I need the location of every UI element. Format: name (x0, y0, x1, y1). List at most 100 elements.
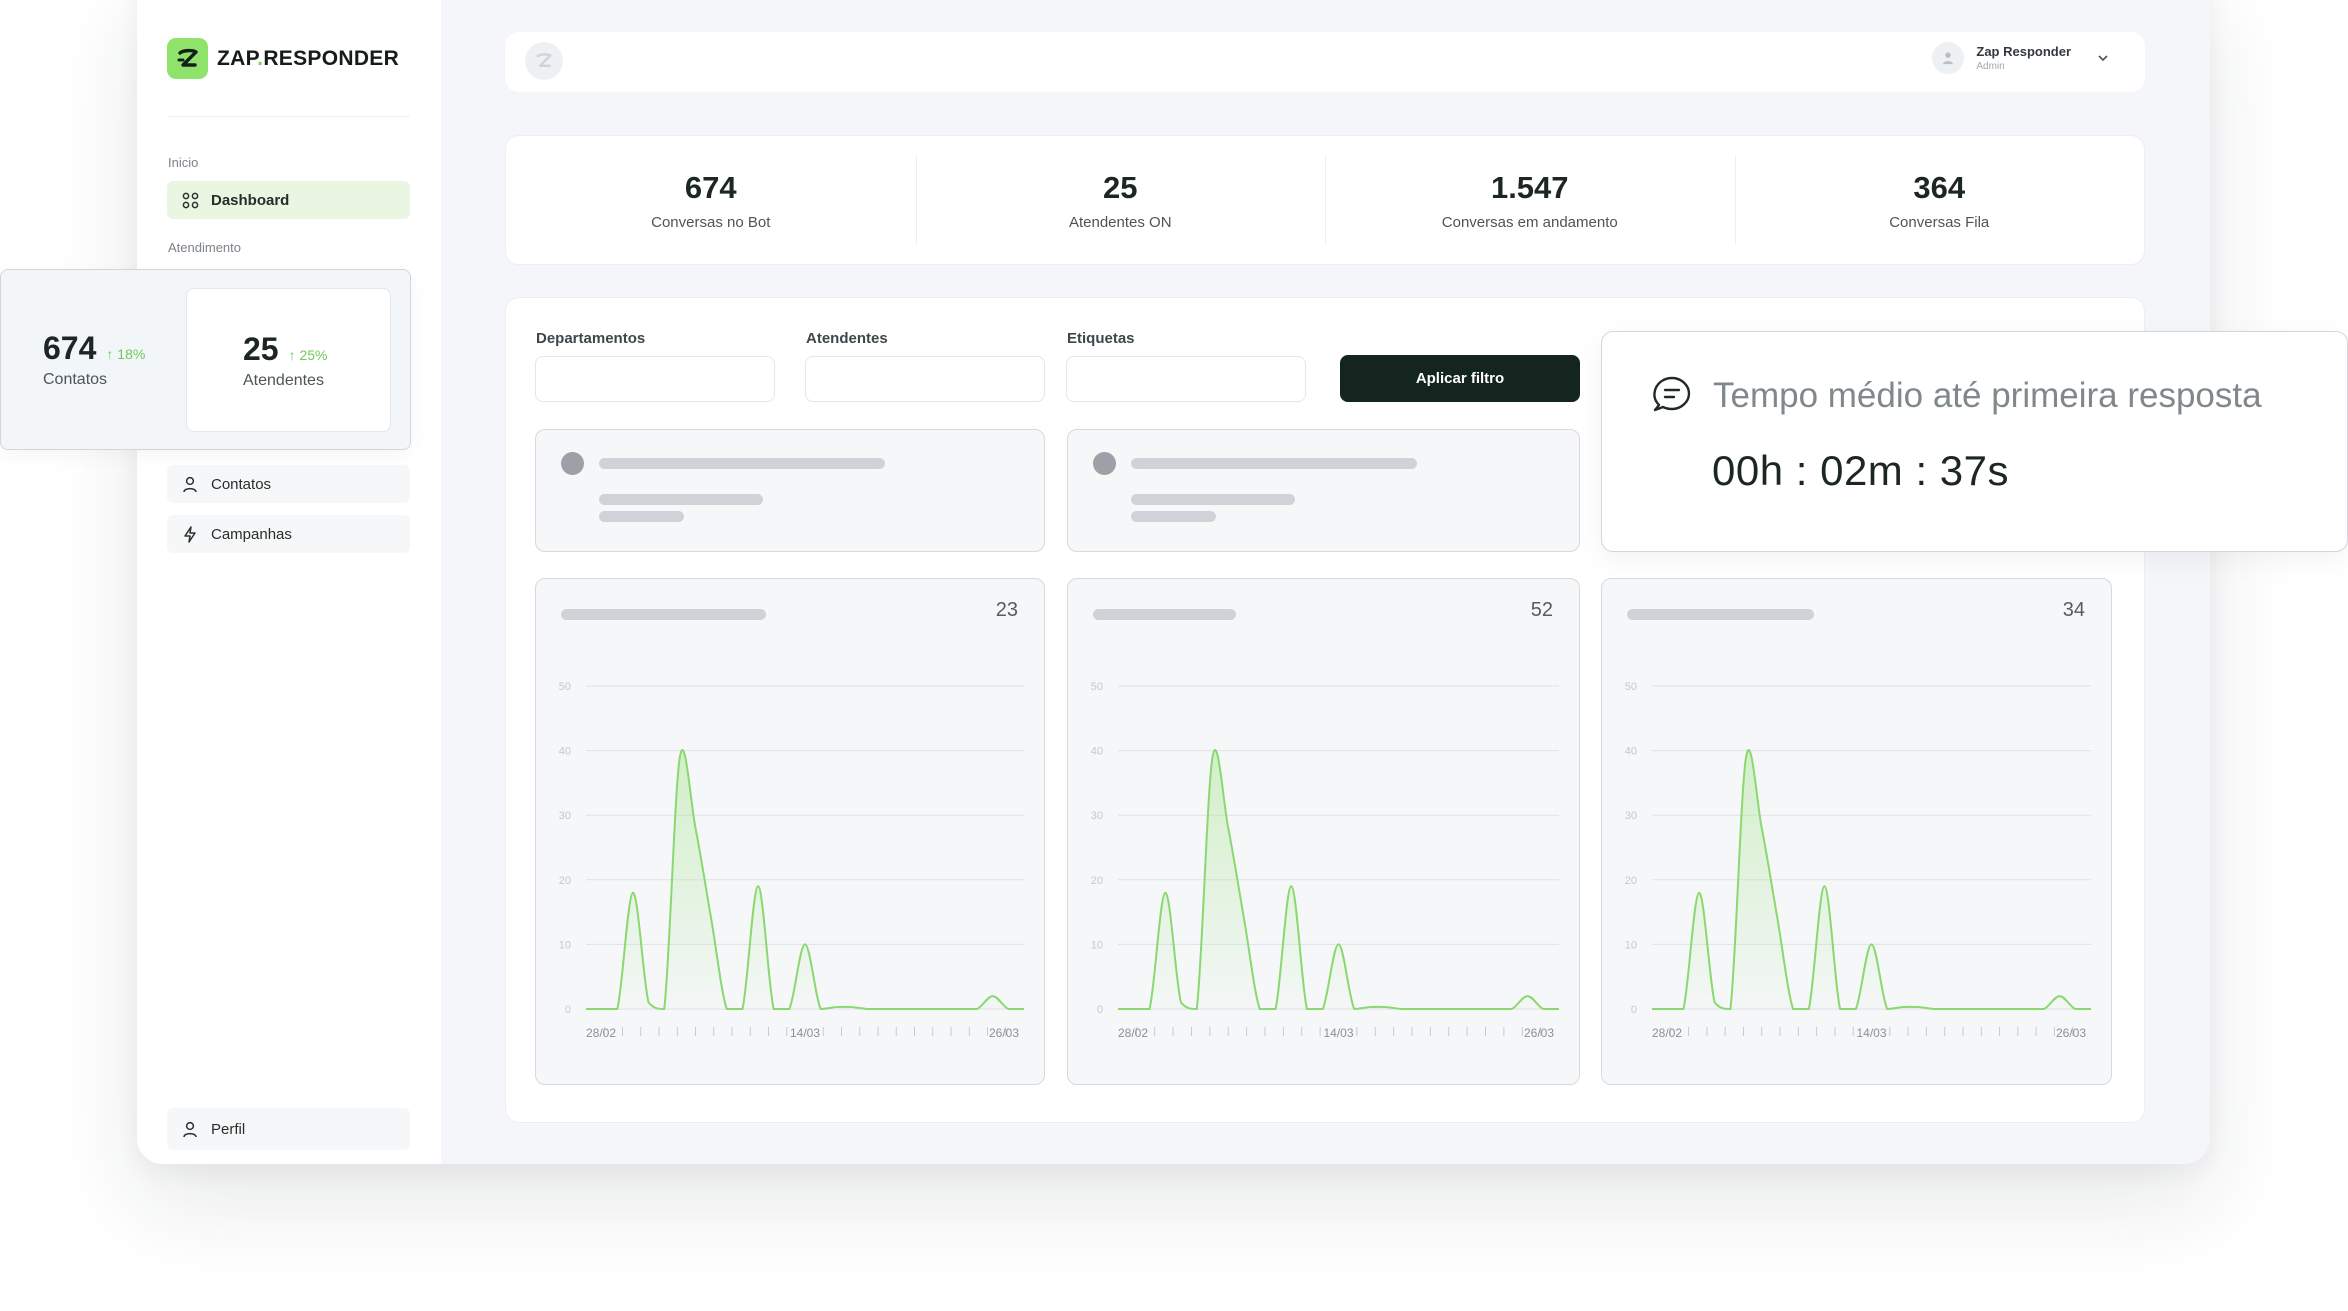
sidebar-section-atendimento: Atendimento (168, 240, 241, 255)
stat-value: 364 (1913, 169, 1966, 205)
sidebar-item-label: Perfil (211, 1120, 246, 1138)
y-tick-label: 30 (1625, 810, 1637, 822)
tempo-title: Tempo médio até primeira resposta (1713, 376, 2262, 415)
chevron-down-icon[interactable] (2097, 54, 2109, 62)
stat-conversas-andamento: 1.547 Conversas em andamento (1325, 136, 1735, 264)
user-icon (181, 1120, 199, 1138)
app-window: ZAP.RESPONDER Inicio Dashboard Atendimen… (137, 0, 2210, 1164)
sidebar-item-contatos[interactable]: Contatos (167, 465, 410, 503)
brand-name: ZAP.RESPONDER (217, 46, 400, 70)
stat-label: Conversas Fila (1889, 213, 1990, 231)
area-chart: 0 10 20 30 40 50 28/02 14/03 26/03 (559, 681, 1024, 1040)
y-tick-label: 40 (559, 746, 571, 758)
user-icon (181, 475, 199, 493)
filter-label-departamentos: Departamentos (536, 330, 646, 347)
y-tick-label: 50 (1625, 681, 1637, 693)
tempo-medio-card: Tempo médio até primeira resposta 00h : … (1601, 331, 2348, 552)
departamentos-select[interactable] (535, 356, 775, 402)
delta-up: ↑ 25% (289, 347, 328, 363)
stat-label: Atendentes (243, 372, 324, 389)
user-menu[interactable]: Zap Responder Admin (1932, 42, 2109, 74)
user-role: Admin (1976, 61, 2005, 72)
stat-atendentes-card: 25 ↑ 25% Atendentes (186, 288, 391, 432)
brand-logo[interactable]: ZAP.RESPONDER (167, 38, 399, 79)
stat-label: Atendentes ON (1068, 213, 1172, 231)
chat-bubble-icon (1650, 372, 1694, 421)
x-tick-label: 26/03 (1524, 1026, 1554, 1040)
sidebar-divider (167, 116, 410, 117)
y-tick-label: 0 (565, 1004, 571, 1016)
stat-conversas-bot: 674 Conversas no Bot (506, 136, 916, 264)
x-tick-label: 14/03 (1323, 1026, 1353, 1040)
filter-label-atendentes: Atendentes (806, 330, 888, 347)
stat-label: Conversas em andamento (1441, 213, 1618, 231)
x-tick-label: 14/03 (790, 1026, 820, 1040)
stat-atendentes-on: 25 Atendentes ON (915, 136, 1326, 264)
stat-value: 25 (1103, 169, 1138, 205)
skeleton-line (599, 511, 684, 522)
sidebar-item-label: Dashboard (211, 191, 290, 209)
stat-value: 25 (243, 331, 279, 367)
x-tick-label: 28/02 (1118, 1026, 1148, 1040)
y-tick-label: 20 (1091, 875, 1103, 887)
skeleton-line (1131, 511, 1216, 522)
sidebar-item-perfil[interactable]: Perfil (167, 1108, 410, 1150)
y-tick-label: 40 (1091, 746, 1103, 758)
chart-card-3: 34 0 10 20 30 40 50 28/02 14/03 26/03 (1601, 578, 2112, 1085)
atendentes-select[interactable] (805, 356, 1045, 402)
y-tick-label: 10 (1091, 939, 1103, 951)
y-tick-label: 50 (1091, 681, 1103, 693)
stat-label: Contatos (43, 371, 108, 388)
filter-label-etiquetas: Etiquetas (1067, 330, 1135, 347)
y-tick-label: 0 (1097, 1004, 1103, 1016)
y-tick-label: 10 (1625, 939, 1637, 951)
zap-logo-icon (167, 38, 208, 79)
area-chart: 0 10 20 30 40 50 28/02 14/03 26/03 (1091, 681, 1559, 1040)
sidebar: ZAP.RESPONDER Inicio Dashboard Atendimen… (137, 0, 441, 1164)
chart-card-1: 23 0 10 20 30 40 50 28/02 14/03 26/03 (535, 578, 1045, 1085)
stat-value: 674 (43, 330, 97, 366)
floating-stats-card: 674 ↑ 18% Contatos 25 ↑ 25% Atendentes (0, 269, 411, 450)
skeleton-line (599, 458, 885, 469)
y-tick-label: 20 (559, 875, 571, 887)
skeleton-line (599, 494, 763, 505)
y-tick-label: 30 (1091, 810, 1103, 822)
delta-value: 25% (299, 347, 328, 363)
y-tick-label: 40 (1625, 746, 1637, 758)
sidebar-item-label: Campanhas (211, 525, 292, 543)
stats-summary: 674 Conversas no Bot 25 Atendentes ON 1.… (505, 135, 2145, 265)
apply-filter-button[interactable]: Aplicar filtro (1340, 355, 1580, 402)
skeleton-line (1131, 458, 1417, 469)
stat-value: 674 (684, 169, 737, 205)
x-tick-label: 14/03 (1856, 1026, 1886, 1040)
stat-conversas-fila: 364 Conversas Fila (1734, 136, 2145, 264)
tempo-value: 00h : 02m : 37s (1712, 447, 2010, 494)
skeleton-line (1131, 494, 1295, 505)
etiquetas-select[interactable] (1066, 356, 1306, 402)
arrow-up-icon: ↑ (106, 346, 114, 362)
x-tick-label: 26/03 (2056, 1026, 2086, 1040)
x-tick-label: 28/02 (1652, 1026, 1682, 1040)
stat-value: 1.547 (1490, 169, 1569, 205)
chart-card-2: 52 0 10 20 30 40 50 28/02 14/03 26/03 (1067, 578, 1580, 1085)
bolt-icon (181, 525, 199, 543)
avatar (1932, 42, 1965, 74)
y-tick-label: 10 (559, 939, 571, 951)
sidebar-section-inicio: Inicio (168, 155, 199, 170)
sidebar-item-campanhas[interactable]: Campanhas (167, 515, 410, 553)
arrow-up-icon: ↑ (288, 347, 296, 363)
sidebar-item-dashboard[interactable]: Dashboard (167, 181, 410, 219)
header-logo-icon[interactable] (525, 42, 563, 80)
skeleton-card (535, 429, 1045, 552)
top-bar: Zap Responder Admin (505, 32, 2145, 92)
y-tick-label: 30 (559, 810, 571, 822)
stat-contatos: 674 ↑ 18% Contatos (43, 330, 145, 389)
user-name: Zap Responder (1976, 44, 2071, 59)
delta-up: ↑ 18% (106, 346, 145, 362)
sidebar-item-label: Contatos (211, 475, 272, 493)
x-tick-label: 28/02 (586, 1026, 616, 1040)
y-tick-label: 20 (1625, 875, 1637, 887)
skeleton-card (1067, 429, 1580, 552)
y-tick-label: 50 (559, 681, 571, 693)
area-chart: 0 10 20 30 40 50 28/02 14/03 26/03 (1625, 681, 2091, 1040)
